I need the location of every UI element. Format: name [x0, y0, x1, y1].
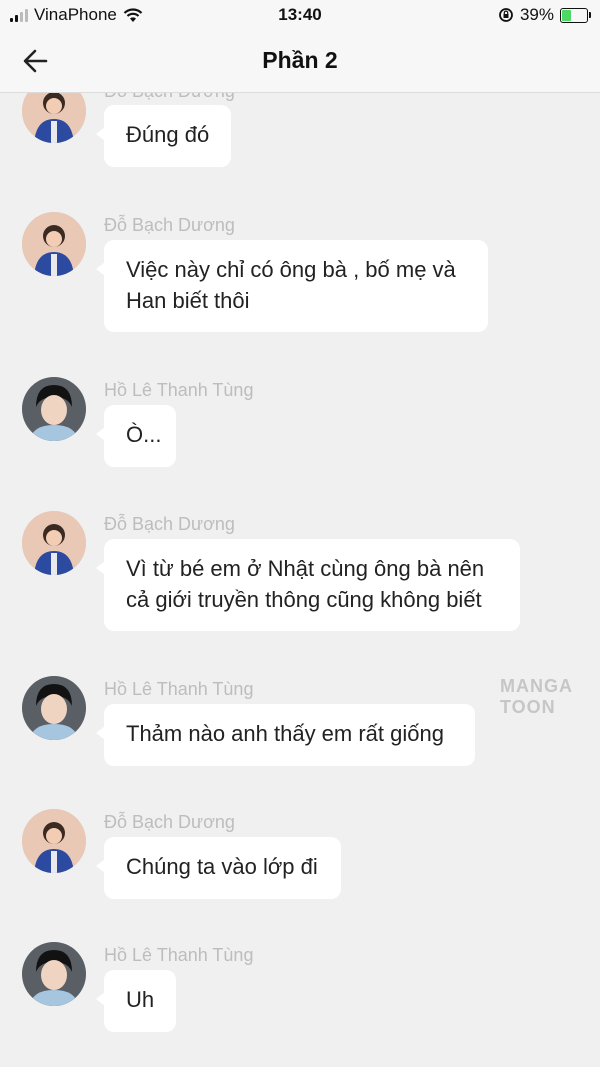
avatar[interactable] — [22, 676, 86, 740]
message-bubble[interactable]: Việc này chỉ có ông bà , bố mẹ và Han bi… — [96, 240, 488, 332]
status-bar: VinaPhone 13:40 39% — [0, 0, 600, 30]
message-bubble[interactable]: Đúng đó — [95, 105, 232, 167]
message-bubble[interactable]: Vì từ bé em ở Nhật cùng ông bà nên cả gi… — [96, 539, 520, 631]
sender-name: Đỗ Bạch Dương — [104, 812, 235, 832]
avatar[interactable] — [22, 942, 86, 1006]
message-bubble[interactable]: Chúng ta vào lớp đi — [96, 837, 341, 899]
chat-list[interactable]: Đỗ Bạch Dương Đúng đó Đỗ Bạch Dương Việc… — [0, 93, 600, 1067]
sender-name: Đỗ Bạch Dương — [104, 93, 235, 102]
nav-bar: Phần 2 — [0, 30, 600, 93]
status-left: VinaPhone — [10, 5, 143, 25]
battery-percent: 39% — [519, 5, 554, 24]
carrier-label: VinaPhone — [34, 5, 117, 24]
avatar[interactable] — [22, 511, 86, 575]
avatar[interactable] — [22, 377, 86, 441]
avatar[interactable] — [22, 212, 86, 276]
battery-icon — [560, 7, 591, 23]
sender-name: Hồ Lê Thanh Tùng — [104, 679, 254, 699]
message-bubble[interactable]: Uh — [96, 970, 176, 1032]
orientation-lock-icon — [499, 8, 513, 22]
avatar[interactable] — [22, 93, 86, 143]
sender-name: Đỗ Bạch Dương — [104, 215, 235, 235]
status-right: 39% — [498, 5, 591, 25]
message-bubble[interactable]: Ò... — [96, 405, 176, 467]
signal-icon — [10, 8, 28, 22]
watermark: MANGA TOON — [500, 676, 573, 717]
message-bubble[interactable]: Thảm nào anh thấy em rất giống — [96, 704, 475, 766]
wifi-icon — [123, 7, 143, 22]
page-title: Phần 2 — [262, 47, 338, 73]
sender-name: Hồ Lê Thanh Tùng — [104, 380, 254, 400]
avatar[interactable] — [22, 809, 86, 873]
sender-name: Hồ Lê Thanh Tùng — [104, 945, 254, 965]
sender-name: Đỗ Bạch Dương — [104, 514, 235, 534]
